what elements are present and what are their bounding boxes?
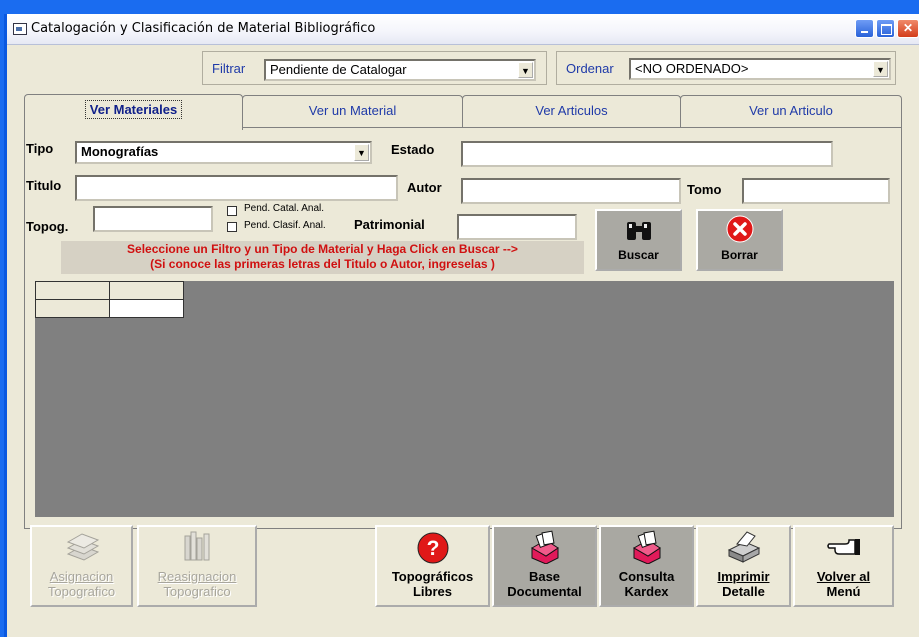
volver-label-1: Volver al [816, 569, 871, 584]
filter-label: Filtrar [212, 61, 246, 76]
chevron-down-icon[interactable]: ▼ [873, 61, 888, 77]
results-grid[interactable] [35, 281, 894, 517]
titulo-label: Titulo [26, 178, 62, 193]
grid-header-cell[interactable] [35, 281, 110, 300]
asignacion-label-1: Asignacion [49, 569, 114, 584]
kardex-label-2: Kardex [624, 584, 669, 599]
window-title: Catalogación y Clasificación de Material… [31, 21, 376, 36]
tab-label: Ver Articulos [535, 103, 608, 118]
volver-label-2: Menú [826, 584, 861, 599]
patrimonial-field[interactable] [457, 214, 577, 240]
imprimir-detalle-button[interactable]: Imprimir Detalle [696, 525, 791, 607]
app-window-icon [13, 23, 27, 35]
minimize-button[interactable] [855, 19, 874, 38]
title-bar[interactable]: Catalogación y Clasificación de Material… [7, 14, 919, 45]
tipo-value: Monografías [81, 144, 159, 159]
card-file-icon [530, 530, 559, 565]
filter-select[interactable]: Pendiente de Catalogar ▼ [264, 59, 536, 81]
books-stack-icon [66, 533, 99, 561]
topograficos-label-1: Topográficos [391, 569, 474, 584]
tipo-select[interactable]: Monografías ▼ [75, 141, 372, 164]
main-window: Catalogación y Clasificación de Material… [4, 14, 919, 637]
hint-line-1: Seleccione un Filtro y un Tipo de Materi… [127, 242, 518, 256]
imprimir-label-2: Detalle [722, 584, 765, 599]
buscar-button[interactable]: Buscar [595, 209, 682, 271]
tab-ver-un-articulo[interactable]: Ver un Articulo [680, 95, 902, 128]
tab-ver-materiales[interactable]: Ver Materiales [24, 94, 243, 130]
base-documental-button[interactable]: Base Documental [492, 525, 597, 607]
kardex-label-1: Consulta [618, 569, 675, 584]
topog-field[interactable] [93, 206, 213, 232]
base-label-2: Documental [507, 584, 582, 599]
borrar-button[interactable]: Borrar [696, 209, 783, 271]
tomo-field[interactable] [742, 178, 890, 204]
asignacion-label-2: Topografico [47, 584, 116, 599]
question-icon: ? [417, 532, 448, 564]
grid-cell[interactable] [109, 299, 184, 318]
red-x-icon [726, 215, 753, 243]
sort-group: Ordenar <NO ORDENADO> ▼ [556, 51, 896, 85]
estado-label: Estado [391, 142, 435, 157]
sort-label: Ordenar [566, 61, 614, 76]
reasignacion-label-2: Topografico [163, 584, 231, 599]
hint-message: Seleccione un Filtro y un Tipo de Materi… [61, 241, 584, 274]
hint-line-2: (Si conoce las primeras letras del Titul… [150, 257, 495, 271]
minimize-icon [861, 31, 868, 33]
books-shelf-icon [184, 531, 210, 561]
consulta-kardex-button[interactable]: Consulta Kardex [599, 525, 694, 607]
chevron-down-icon[interactable]: ▼ [518, 62, 533, 78]
asignacion-topografico-button[interactable]: Asignacion Topografico [30, 525, 133, 607]
tipo-label: Tipo [26, 141, 54, 156]
filter-value: Pendiente de Catalogar [270, 62, 407, 77]
topog-label: Topog. [26, 219, 69, 234]
close-button[interactable]: ✕ [897, 19, 919, 38]
sort-value: <NO ORDENADO> [635, 61, 749, 76]
pend-clasif-label: Pend. Clasif. Anal. [244, 220, 326, 231]
printer-icon [727, 531, 760, 563]
autor-label: Autor [407, 180, 442, 195]
borrar-label: Borrar [721, 248, 758, 262]
tab-label: Ver un Articulo [749, 103, 833, 118]
estado-field[interactable] [461, 141, 833, 167]
chevron-down-icon[interactable]: ▼ [354, 144, 369, 161]
topograficos-label-2: Libres [412, 584, 452, 599]
reasignacion-topografico-button[interactable]: Reasignacion Topografico [137, 525, 257, 607]
buscar-label: Buscar [618, 248, 659, 262]
close-icon: ✕ [902, 21, 914, 35]
tomo-label: Tomo [687, 182, 722, 197]
titulo-field[interactable] [75, 175, 398, 201]
patrimonial-label: Patrimonial [354, 217, 425, 232]
binoculars-icon [626, 222, 651, 240]
tab-label: Ver Materiales [84, 100, 183, 119]
volver-menu-button[interactable]: Volver al Menú [793, 525, 894, 607]
pend-catal-checkbox[interactable] [227, 206, 237, 216]
svg-text:?: ? [426, 537, 439, 560]
card-file-icon [632, 530, 661, 565]
maximize-icon [881, 24, 892, 35]
pointing-hand-icon [826, 539, 860, 555]
pend-catal-label: Pend. Catal. Anal. [244, 203, 325, 214]
autor-field[interactable] [461, 178, 681, 204]
topograficos-libres-button[interactable]: ? Topográficos Libres [375, 525, 490, 607]
maximize-button[interactable] [876, 19, 895, 38]
filter-group: Filtrar Pendiente de Catalogar ▼ [202, 51, 547, 85]
grid-header-cell[interactable] [109, 281, 184, 300]
imprimir-label-1: Imprimir [717, 569, 770, 584]
pend-clasif-checkbox[interactable] [227, 222, 237, 232]
sort-select[interactable]: <NO ORDENADO> ▼ [629, 58, 891, 80]
base-label-1: Base [528, 569, 561, 584]
tab-label: Ver un Material [308, 103, 397, 118]
tab-ver-articulos[interactable]: Ver Articulos [462, 95, 681, 128]
reasignacion-label-1: Reasignacion [157, 569, 237, 584]
tab-ver-un-material[interactable]: Ver un Material [242, 95, 463, 128]
grid-row-header[interactable] [35, 299, 110, 318]
